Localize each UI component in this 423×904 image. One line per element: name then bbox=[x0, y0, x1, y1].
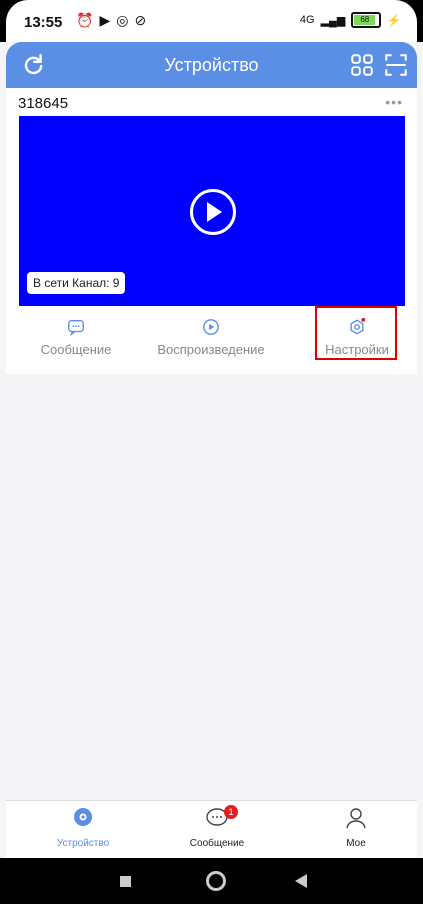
channel-info: Канал: 9 bbox=[72, 276, 120, 290]
blocked-icon: ⊘ bbox=[134, 12, 147, 28]
message-count-badge: 1 bbox=[224, 805, 238, 819]
tab-profile[interactable]: Мое bbox=[311, 807, 401, 849]
home-icon[interactable] bbox=[206, 871, 226, 891]
back-icon[interactable] bbox=[295, 874, 307, 888]
tab-message[interactable]: 1 Сообщение bbox=[172, 805, 262, 849]
camera-icon bbox=[74, 808, 92, 826]
scan-icon[interactable] bbox=[383, 52, 409, 78]
app-screen: 13:55 ⏰ ▶ ◎ ⊘ 4G ▂▄▆ 68 ⚡ Устройство 318… bbox=[0, 0, 423, 904]
network-label: 4G bbox=[299, 14, 315, 26]
battery-icon: 68 bbox=[351, 12, 382, 28]
device-card: 318645 ••• В сети Канал: 9 Сообщение Вос… bbox=[6, 88, 417, 374]
alarm-icon: ⏰ bbox=[76, 12, 94, 28]
tab-message-label: Сообщение bbox=[189, 838, 245, 849]
recents-icon[interactable] bbox=[120, 876, 131, 887]
more-options-icon[interactable]: ••• bbox=[385, 94, 403, 110]
empty-content-area bbox=[6, 374, 417, 800]
online-status: В сети bbox=[33, 276, 69, 290]
device-actions: Сообщение Воспроизведение Настройки bbox=[6, 306, 417, 368]
status-badge: В сети Канал: 9 bbox=[27, 272, 126, 294]
app-status-icon: ◎ bbox=[116, 12, 129, 28]
device-id: 318645 bbox=[18, 95, 69, 112]
tab-device-label: Устройство bbox=[56, 838, 110, 849]
android-nav-bar bbox=[0, 858, 423, 904]
video-preview[interactable]: В сети Канал: 9 bbox=[19, 116, 405, 306]
playback-action-label: Воспроизведение bbox=[157, 342, 265, 357]
bottom-tab-bar: Устройство 1 Сообщение Мое bbox=[6, 800, 417, 859]
tab-profile-label: Мое bbox=[346, 838, 366, 849]
app-header: Устройство bbox=[6, 42, 417, 88]
play-status-icon: ▶ bbox=[99, 12, 111, 28]
status-bar: 13:55 ⏰ ▶ ◎ ⊘ 4G ▂▄▆ 68 ⚡ bbox=[0, 0, 423, 42]
status-time: 13:55 bbox=[24, 14, 63, 31]
signal-icon: ▂▄▆ bbox=[320, 14, 346, 27]
tab-device[interactable]: Устройство bbox=[38, 807, 128, 849]
message-action-label: Сообщение bbox=[40, 342, 112, 357]
playback-action-button[interactable]: Воспроизведение bbox=[146, 312, 276, 357]
message-action-button[interactable]: Сообщение bbox=[11, 312, 141, 357]
charging-icon: ⚡ bbox=[387, 14, 401, 27]
battery-level: 68 bbox=[354, 15, 376, 25]
playback-icon bbox=[203, 319, 219, 335]
status-icons: ⏰ ▶ ◎ ⊘ bbox=[76, 12, 146, 29]
grid-view-icon[interactable] bbox=[349, 52, 375, 78]
status-right: 4G ▂▄▆ 68 ⚡ bbox=[300, 12, 401, 28]
message-icon bbox=[68, 320, 84, 336]
play-icon[interactable] bbox=[190, 189, 236, 235]
highlight-box bbox=[315, 306, 397, 360]
user-icon bbox=[346, 808, 366, 829]
